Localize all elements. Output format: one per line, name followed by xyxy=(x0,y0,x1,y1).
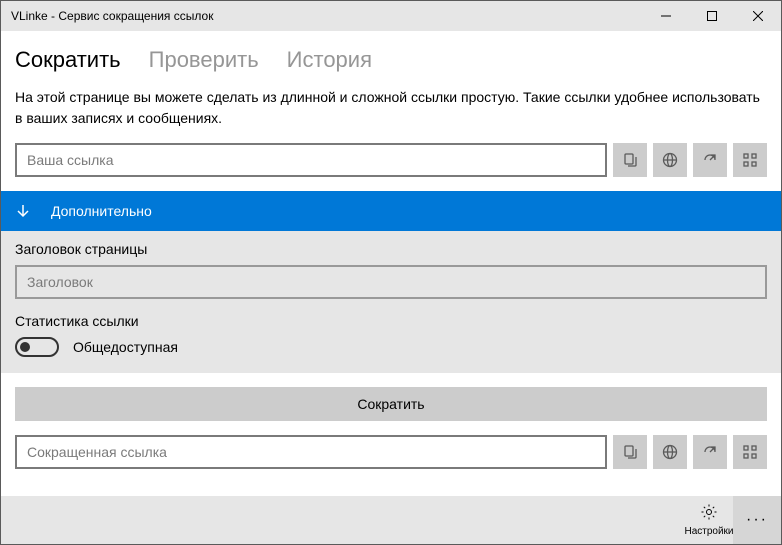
url-input[interactable] xyxy=(15,143,607,177)
stats-section: Статистика ссылки Общедоступная xyxy=(15,313,767,357)
copy-button[interactable] xyxy=(613,143,647,177)
public-toggle[interactable] xyxy=(15,337,59,357)
short-url-input[interactable] xyxy=(15,435,607,469)
settings-label: Настройки xyxy=(684,526,733,537)
arrow-down-icon xyxy=(15,203,31,219)
tab-bar: Сократить Проверить История xyxy=(15,47,767,73)
window-title: VLinke - Сервис сокращения ссылок xyxy=(11,9,643,23)
toggle-knob xyxy=(20,342,30,352)
page-description: На этой странице вы можете сделать из дл… xyxy=(15,87,767,129)
qr-button[interactable] xyxy=(733,143,767,177)
advanced-panel: Заголовок страницы Статистика ссылки Общ… xyxy=(1,231,781,373)
short-url-row xyxy=(15,435,767,469)
page-title-label: Заголовок страницы xyxy=(15,241,767,257)
share-short-button[interactable] xyxy=(693,435,727,469)
shorten-button[interactable]: Сократить xyxy=(15,387,767,421)
app-window: VLinke - Сервис сокращения ссылок Сократ… xyxy=(0,0,782,545)
tab-check[interactable]: Проверить xyxy=(149,47,259,73)
url-input-row xyxy=(15,143,767,177)
expander-label: Дополнительно xyxy=(51,203,152,219)
toggle-row: Общедоступная xyxy=(15,337,767,357)
close-button[interactable] xyxy=(735,1,781,31)
open-short-browser-button[interactable] xyxy=(653,435,687,469)
share-button[interactable] xyxy=(693,143,727,177)
copy-short-button[interactable] xyxy=(613,435,647,469)
tab-shorten[interactable]: Сократить xyxy=(15,47,121,73)
content-area: Сократить Проверить История На этой стра… xyxy=(1,31,781,496)
window-controls xyxy=(643,1,781,31)
more-button[interactable]: ··· xyxy=(733,496,781,544)
page-title-input[interactable] xyxy=(15,265,767,299)
stats-label: Статистика ссылки xyxy=(15,313,767,329)
minimize-button[interactable] xyxy=(643,1,689,31)
open-browser-button[interactable] xyxy=(653,143,687,177)
toggle-label: Общедоступная xyxy=(73,339,178,355)
footer-bar: Настройки ··· xyxy=(1,496,781,544)
tab-history[interactable]: История xyxy=(287,47,372,73)
settings-button[interactable]: Настройки xyxy=(685,496,733,544)
maximize-button[interactable] xyxy=(689,1,735,31)
advanced-expander[interactable]: Дополнительно xyxy=(1,191,781,231)
qr-short-button[interactable] xyxy=(733,435,767,469)
gear-icon xyxy=(700,503,718,524)
titlebar: VLinke - Сервис сокращения ссылок xyxy=(1,1,781,31)
